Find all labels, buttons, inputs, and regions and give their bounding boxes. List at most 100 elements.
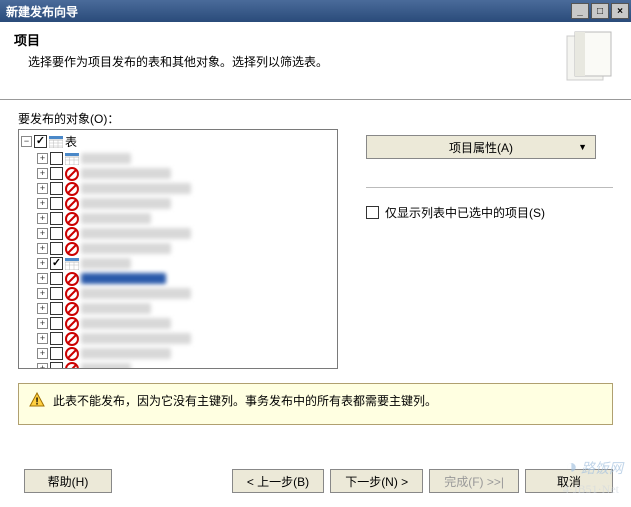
item-checkbox[interactable] <box>50 182 63 195</box>
item-checkbox[interactable] <box>50 272 63 285</box>
collapse-icon[interactable]: − <box>21 136 32 147</box>
table-icon <box>49 136 63 148</box>
objects-tree[interactable]: − 表 + + + + + + + + + + + + + + + <box>18 129 338 369</box>
expand-icon[interactable]: + <box>37 213 48 224</box>
expand-icon[interactable]: + <box>37 258 48 269</box>
item-checkbox[interactable] <box>50 287 63 300</box>
root-checkbox[interactable] <box>34 135 47 148</box>
tree-item[interactable]: + <box>37 166 335 181</box>
show-selected-label: 仅显示列表中已选中的项目(S) <box>385 204 545 221</box>
help-button[interactable]: 帮助(H) <box>24 469 112 493</box>
item-checkbox[interactable] <box>50 302 63 315</box>
expand-icon[interactable]: + <box>37 363 48 369</box>
prop-btn-label: 项目属性(A) <box>449 139 513 156</box>
wizard-header: 项目 选择要作为项目发布的表和其他对象。选择列以筛选表。 <box>0 22 631 100</box>
cancel-button[interactable]: 取消 <box>525 469 613 493</box>
expand-icon[interactable]: + <box>37 243 48 254</box>
blocked-icon <box>65 332 79 346</box>
objects-label: 要发布的对象(O)： <box>18 110 613 127</box>
item-checkbox[interactable] <box>50 362 63 369</box>
item-checkbox[interactable] <box>50 242 63 255</box>
tree-item[interactable]: + <box>37 226 335 241</box>
tree-item[interactable]: + <box>37 331 335 346</box>
item-label-redacted <box>81 168 171 179</box>
expand-icon[interactable]: + <box>37 198 48 209</box>
blocked-icon <box>65 272 79 286</box>
item-checkbox[interactable] <box>50 152 63 165</box>
item-checkbox[interactable] <box>50 332 63 345</box>
item-label-redacted <box>81 153 131 164</box>
item-label-redacted <box>81 333 191 344</box>
blocked-icon <box>65 227 79 241</box>
expand-icon[interactable]: + <box>37 333 48 344</box>
tree-item[interactable]: + <box>37 256 335 271</box>
expand-icon[interactable]: + <box>37 153 48 164</box>
blocked-icon <box>65 302 79 316</box>
item-checkbox[interactable] <box>50 227 63 240</box>
item-checkbox[interactable] <box>50 347 63 360</box>
item-label-redacted <box>81 198 171 209</box>
blocked-icon <box>65 317 79 331</box>
show-selected-checkbox[interactable] <box>366 206 379 219</box>
close-button[interactable]: × <box>611 3 629 19</box>
blocked-icon <box>65 197 79 211</box>
next-button[interactable]: 下一步(N) > <box>330 469 423 493</box>
item-label-redacted <box>81 288 191 299</box>
page-title: 项目 <box>14 30 617 49</box>
item-checkbox[interactable] <box>50 197 63 210</box>
tree-root-tables[interactable]: − 表 <box>21 132 335 151</box>
maximize-button[interactable]: □ <box>591 3 609 19</box>
page-subtitle: 选择要作为项目发布的表和其他对象。选择列以筛选表。 <box>28 53 617 70</box>
item-label-redacted <box>81 348 171 359</box>
svg-text:!: ! <box>35 397 38 408</box>
item-label-redacted <box>81 258 131 269</box>
tree-item[interactable]: + <box>37 316 335 331</box>
minimize-button[interactable]: _ <box>571 3 589 19</box>
finish-button: 完成(F) >>| <box>429 469 519 493</box>
expand-icon[interactable]: + <box>37 273 48 284</box>
tree-item[interactable]: + <box>37 241 335 256</box>
expand-icon[interactable]: + <box>37 228 48 239</box>
tree-item[interactable]: + <box>37 286 335 301</box>
warning-icon: ! <box>29 392 45 408</box>
back-button[interactable]: < 上一步(B) <box>232 469 324 493</box>
item-checkbox[interactable] <box>50 212 63 225</box>
header-graphic-icon <box>561 30 617 86</box>
tree-item[interactable]: + <box>37 271 335 286</box>
item-checkbox[interactable] <box>50 257 63 270</box>
item-label-redacted <box>81 318 171 329</box>
expand-icon[interactable]: + <box>37 318 48 329</box>
tree-item[interactable]: + <box>37 346 335 361</box>
expand-icon[interactable]: + <box>37 168 48 179</box>
blocked-icon <box>65 242 79 256</box>
blocked-icon <box>65 362 79 370</box>
item-label-redacted <box>81 243 171 254</box>
tree-item[interactable]: + <box>37 151 335 166</box>
item-checkbox[interactable] <box>50 317 63 330</box>
table-icon <box>65 153 79 165</box>
tree-item[interactable]: + <box>37 196 335 211</box>
item-checkbox[interactable] <box>50 167 63 180</box>
show-selected-row[interactable]: 仅显示列表中已选中的项目(S) <box>366 204 613 221</box>
tree-item[interactable]: + <box>37 211 335 226</box>
right-column: 项目属性(A) ▼ 仅显示列表中已选中的项目(S) <box>366 129 613 369</box>
expand-icon[interactable]: + <box>37 183 48 194</box>
item-label-redacted <box>81 213 151 224</box>
titlebar: 新建发布向导 _ □ × <box>0 0 631 22</box>
expand-icon[interactable]: + <box>37 348 48 359</box>
window-title: 新建发布向导 <box>6 3 569 20</box>
item-label-redacted <box>81 273 166 284</box>
tree-item[interactable]: + <box>37 181 335 196</box>
divider <box>366 187 613 188</box>
item-label-redacted <box>81 303 151 314</box>
tree-item[interactable]: + <box>37 301 335 316</box>
item-properties-button[interactable]: 项目属性(A) ▼ <box>366 135 596 159</box>
blocked-icon <box>65 287 79 301</box>
tree-children: + + + + + + + + + + + + + + + <box>37 151 335 369</box>
blocked-icon <box>65 182 79 196</box>
expand-icon[interactable]: + <box>37 303 48 314</box>
tree-item[interactable]: + <box>37 361 335 369</box>
footer: 帮助(H) < 上一步(B) 下一步(N) > 完成(F) >>| 取消 <box>0 458 631 507</box>
warning-box: ! 此表不能发布，因为它没有主键列。事务发布中的所有表都需要主键列。 <box>18 383 613 425</box>
expand-icon[interactable]: + <box>37 288 48 299</box>
